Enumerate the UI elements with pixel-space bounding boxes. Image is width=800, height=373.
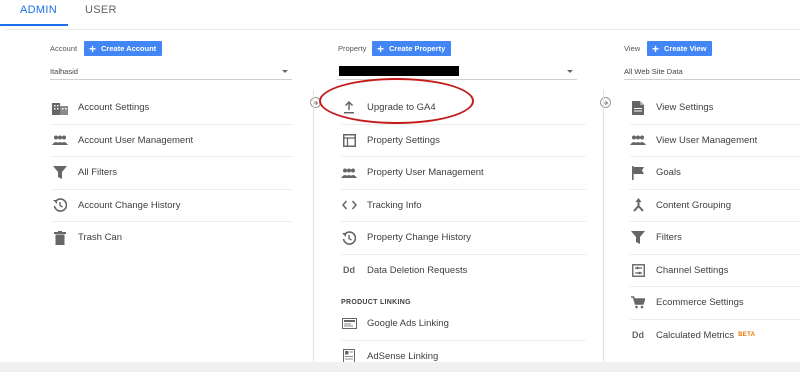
history-icon: [341, 230, 357, 246]
property-settings-item[interactable]: Property Settings: [341, 125, 586, 157]
bottom-strip: [0, 362, 800, 372]
account-change-history-label: Account Change History: [78, 199, 181, 211]
account-user-management-label: Account User Management: [78, 134, 194, 146]
create-account-label: Create Account: [101, 44, 157, 53]
highlight-ellipse: [319, 78, 474, 124]
create-property-label: Create Property: [389, 44, 446, 53]
trash-can-label: Trash Can: [78, 232, 122, 244]
code-icon: [341, 197, 357, 213]
caret-down-icon: [567, 70, 573, 73]
admin-tabs: ADMIN USER: [0, 0, 800, 26]
view-settings-label: View Settings: [656, 102, 714, 114]
account-label: Account: [50, 44, 78, 53]
calculated-metrics-item[interactable]: Dd Calculated Metrics BETA: [630, 320, 800, 352]
flag-icon: [630, 165, 646, 181]
caret-down-icon: [282, 70, 288, 73]
trash-can-item[interactable]: Trash Can: [52, 222, 292, 254]
create-account-button[interactable]: + Create Account: [84, 41, 163, 56]
document-icon: [630, 100, 646, 116]
property-menu: Upgrade to GA4 Property Settings Propert…: [341, 92, 586, 372]
ecommerce-settings-label: Ecommerce Settings: [656, 297, 744, 309]
filter-icon: [52, 165, 68, 181]
channel-settings-item[interactable]: Channel Settings: [630, 255, 800, 287]
view-user-management-label: View User Management: [656, 134, 758, 146]
column-divider: [313, 90, 314, 367]
create-view-button[interactable]: + Create View: [647, 41, 713, 56]
people-icon: [341, 165, 357, 181]
create-property-button[interactable]: + Create Property: [372, 41, 452, 56]
property-label: Property: [338, 44, 367, 53]
account-selected-value: Italhasid: [50, 67, 78, 76]
content-grouping-item[interactable]: Content Grouping: [630, 190, 800, 222]
account-column: Account + Create Account Italhasid Accou…: [5, 30, 321, 367]
account-user-management-item[interactable]: Account User Management: [52, 125, 292, 157]
building-icon: [52, 100, 68, 116]
filter-icon: [630, 230, 646, 246]
property-change-history-item[interactable]: Property Change History: [341, 222, 586, 255]
plus-icon: +: [652, 41, 660, 56]
account-settings-label: Account Settings: [78, 102, 150, 114]
channel-settings-label: Channel Settings: [656, 264, 729, 276]
create-view-label: Create View: [664, 44, 707, 53]
layout-icon: [341, 132, 357, 148]
grouping-icon: [630, 197, 646, 213]
account-selector[interactable]: Italhasid: [50, 64, 292, 80]
ecommerce-settings-item[interactable]: Ecommerce Settings: [630, 287, 800, 320]
ads-icon: [341, 316, 357, 332]
beta-badge: BETA: [738, 332, 756, 339]
channel-icon: [630, 262, 646, 278]
view-settings-item[interactable]: View Settings: [630, 92, 800, 125]
people-icon: [52, 132, 68, 148]
view-column: View + Create View All Web Site Data Vie…: [605, 30, 800, 371]
account-change-history-item[interactable]: Account Change History: [52, 190, 292, 222]
goals-label: Goals: [656, 167, 681, 179]
product-linking-heading: PRODUCT LINKING: [341, 299, 411, 306]
tab-user[interactable]: USER: [85, 4, 117, 16]
account-menu: Account Settings Account User Management…: [52, 92, 292, 254]
column-divider: [603, 90, 604, 367]
calculated-metrics-label: Calculated Metrics: [656, 329, 735, 341]
all-filters-label: All Filters: [78, 167, 118, 179]
property-selector[interactable]: [337, 64, 577, 80]
view-user-management-item[interactable]: View User Management: [630, 125, 800, 157]
tracking-info-label: Tracking Info: [367, 199, 422, 211]
filters-item[interactable]: Filters: [630, 222, 800, 255]
view-selected-value: All Web Site Data: [624, 67, 683, 76]
view-selector[interactable]: All Web Site Data: [624, 64, 800, 80]
account-settings-item[interactable]: Account Settings: [52, 92, 292, 125]
redacted-property-name: [339, 66, 459, 76]
trash-icon: [52, 230, 68, 246]
all-filters-item[interactable]: All Filters: [52, 157, 292, 190]
property-user-management-item[interactable]: Property User Management: [341, 157, 586, 190]
view-menu: View Settings View User Management Goals…: [628, 92, 800, 373]
plus-icon: +: [377, 41, 385, 56]
adsense-linking-label: AdSense Linking: [367, 350, 439, 362]
data-deletion-requests-item[interactable]: Dd Data Deletion Requests: [341, 255, 586, 287]
people-icon: [630, 132, 646, 148]
content-grouping-label: Content Grouping: [656, 199, 731, 211]
property-change-history-label: Property Change History: [367, 232, 472, 244]
google-ads-linking-label: Google Ads Linking: [367, 318, 449, 330]
goals-item[interactable]: Goals: [630, 157, 800, 190]
data-deletion-requests-label: Data Deletion Requests: [367, 264, 468, 276]
cart-icon: [630, 295, 646, 311]
view-label: View: [624, 44, 641, 53]
dd-icon: Dd: [632, 330, 644, 341]
active-tab-indicator: [0, 24, 68, 26]
dd-icon: Dd: [343, 265, 355, 276]
tracking-info-item[interactable]: Tracking Info: [341, 190, 586, 222]
plus-icon: +: [89, 41, 97, 56]
google-ads-linking-item[interactable]: Google Ads Linking: [341, 308, 586, 341]
filters-label: Filters: [656, 232, 682, 244]
property-settings-label: Property Settings: [367, 134, 440, 146]
property-user-management-label: Property User Management: [367, 167, 484, 179]
tab-admin[interactable]: ADMIN: [20, 4, 57, 16]
history-icon: [52, 197, 68, 213]
